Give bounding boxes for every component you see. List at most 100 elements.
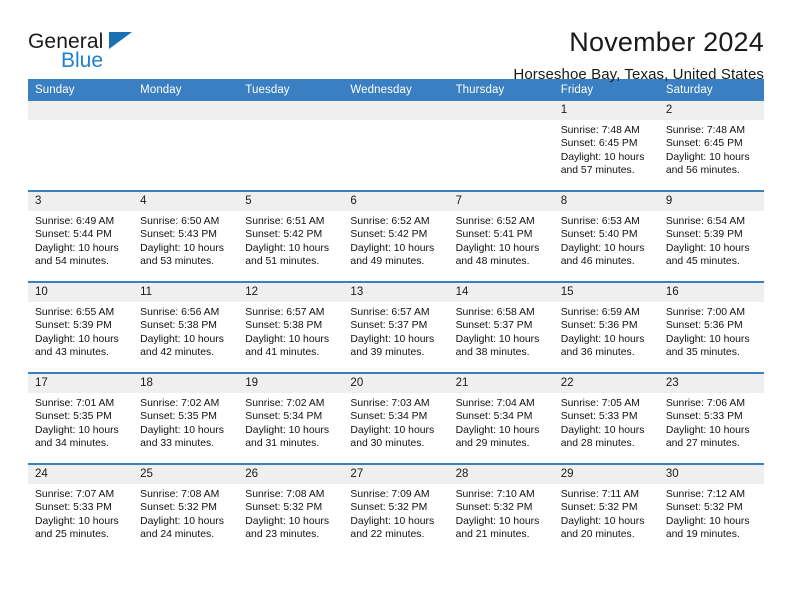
- sunrise-text: Sunrise: 6:58 AM: [455, 307, 535, 318]
- brand-logo[interactable]: General Blue: [28, 26, 218, 86]
- day-details: Sunrise: 7:09 AM Sunset: 5:32 PM Daylight:…: [343, 484, 448, 541]
- calendar-day-cell[interactable]: 5 Sunrise: 6:51 AM Sunset: 5:42 PM Daylight…: [238, 190, 344, 282]
- calendar-day-cell[interactable]: 10 Sunrise: 6:55 AM Sunset: 5:39 PM Dayligh…: [28, 281, 134, 373]
- calendar-day-cell-empty: [448, 101, 554, 191]
- sunrise-text: Sunrise: 6:57 AM: [350, 307, 430, 318]
- daylight-text-line1: Daylight: 10 hours: [35, 515, 119, 527]
- sunrise-text: Sunrise: 7:02 AM: [140, 398, 220, 409]
- sunset-text: Sunset: 5:34 PM: [245, 411, 323, 423]
- calendar-day-cell[interactable]: 3 Sunrise: 6:49 AM Sunset: 5:44 PM Daylight…: [28, 190, 134, 282]
- day-details: Sunrise: 7:48 AM Sunset: 6:45 PM Daylight:…: [554, 120, 659, 177]
- day-number: 15: [553, 283, 659, 302]
- sunrise-text: Sunrise: 6:50 AM: [140, 216, 220, 227]
- calendar-day-cell[interactable]: 28 Sunrise: 7:10 AM Sunset: 5:32 PM Dayligh…: [448, 463, 554, 554]
- sunset-text: Sunset: 5:41 PM: [455, 229, 533, 241]
- sunset-text: Sunset: 5:32 PM: [140, 502, 217, 514]
- daylight-text-line2: and 25 minutes.: [35, 528, 109, 540]
- daylight-text-line1: Daylight: 10 hours: [245, 515, 330, 527]
- daylight-text-line1: Daylight: 10 hours: [350, 242, 435, 254]
- sunset-text: Sunset: 5:34 PM: [350, 411, 428, 423]
- calendar-day-cell[interactable]: 13 Sunrise: 6:57 AM Sunset: 5:37 PM Dayligh…: [343, 281, 449, 373]
- sunset-text: Sunset: 5:39 PM: [35, 320, 112, 332]
- calendar-day-cell[interactable]: 20 Sunrise: 7:03 AM Sunset: 5:34 PM Dayligh…: [343, 372, 449, 464]
- sunrise-text: Sunrise: 7:12 AM: [665, 489, 745, 500]
- calendar-day-cell[interactable]: 17 Sunrise: 7:01 AM Sunset: 5:35 PM Dayligh…: [28, 372, 134, 464]
- sunset-text: Sunset: 5:35 PM: [35, 411, 112, 423]
- sunrise-text: Sunrise: 6:54 AM: [665, 216, 745, 227]
- daylight-text-line2: and 30 minutes.: [350, 437, 425, 449]
- day-number: 9: [658, 192, 764, 211]
- calendar-week-row: 24 Sunrise: 7:07 AM Sunset: 5:33 PM Dayligh…: [28, 463, 764, 554]
- day-number: 26: [238, 465, 344, 484]
- calendar-day-cell-empty: [28, 101, 134, 191]
- day-number: 27: [343, 465, 449, 484]
- calendar-day-cell[interactable]: 12 Sunrise: 6:57 AM Sunset: 5:38 PM Dayligh…: [238, 281, 344, 373]
- sunset-text: Sunset: 5:34 PM: [455, 411, 533, 423]
- day-details: Sunrise: 7:08 AM Sunset: 5:32 PM Daylight:…: [133, 484, 238, 541]
- calendar-day-cell[interactable]: 16 Sunrise: 7:00 AM Sunset: 5:36 PM Dayligh…: [658, 281, 764, 373]
- calendar-day-cell-empty: [343, 101, 449, 191]
- daylight-text-line1: Daylight: 10 hours: [455, 424, 540, 436]
- daylight-text-line2: and 33 minutes.: [140, 437, 215, 449]
- daylight-text-line1: Daylight: 10 hours: [665, 151, 750, 163]
- sunrise-text: Sunrise: 7:48 AM: [665, 125, 745, 136]
- daylight-text-line2: and 24 minutes.: [140, 528, 215, 540]
- daylight-text-line1: Daylight: 10 hours: [665, 333, 750, 345]
- calendar-day-cell[interactable]: 8 Sunrise: 6:53 AM Sunset: 5:40 PM Daylight…: [553, 190, 659, 282]
- calendar-day-cell[interactable]: 21 Sunrise: 7:04 AM Sunset: 5:34 PM Dayligh…: [448, 372, 554, 464]
- calendar-day-cell[interactable]: 2 Sunrise: 7:48 AM Sunset: 6:45 PM Daylight…: [658, 101, 764, 191]
- sunset-text: Sunset: 5:37 PM: [350, 320, 428, 332]
- sunset-text: Sunset: 5:43 PM: [140, 229, 217, 241]
- daylight-text-line1: Daylight: 10 hours: [560, 333, 645, 345]
- sunrise-text: Sunrise: 6:52 AM: [455, 216, 535, 227]
- day-details: Sunrise: 7:00 AM Sunset: 5:36 PM Daylight:…: [659, 302, 764, 359]
- sunset-text: Sunset: 5:38 PM: [245, 320, 323, 332]
- day-number: 29: [553, 465, 659, 484]
- calendar-day-cell[interactable]: 19 Sunrise: 7:02 AM Sunset: 5:34 PM Dayligh…: [238, 372, 344, 464]
- sunrise-text: Sunrise: 6:53 AM: [560, 216, 640, 227]
- calendar-day-cell[interactable]: 7 Sunrise: 6:52 AM Sunset: 5:41 PM Daylight…: [448, 190, 554, 282]
- sunrise-text: Sunrise: 7:08 AM: [245, 489, 325, 500]
- calendar-day-cell[interactable]: 15 Sunrise: 6:59 AM Sunset: 5:36 PM Dayligh…: [553, 281, 659, 373]
- daylight-text-line2: and 35 minutes.: [665, 346, 740, 358]
- brand-triangle-icon: [109, 32, 132, 49]
- calendar-day-cell[interactable]: 11 Sunrise: 6:56 AM Sunset: 5:38 PM Dayligh…: [133, 281, 239, 373]
- sunrise-text: Sunrise: 7:48 AM: [560, 125, 640, 136]
- daylight-text-line1: Daylight: 10 hours: [560, 424, 645, 436]
- daylight-text-line2: and 49 minutes.: [350, 255, 425, 267]
- sunset-text: Sunset: 5:36 PM: [665, 320, 743, 332]
- calendar-day-cell[interactable]: 1 Sunrise: 7:48 AM Sunset: 6:45 PM Daylight…: [553, 101, 659, 191]
- weekday-header-tuesday: Tuesday: [238, 79, 344, 101]
- calendar-day-cell[interactable]: 4 Sunrise: 6:50 AM Sunset: 5:43 PM Daylight…: [133, 190, 239, 282]
- sunset-text: Sunset: 5:32 PM: [350, 502, 428, 514]
- sunrise-text: Sunrise: 7:00 AM: [665, 307, 745, 318]
- calendar-day-cell[interactable]: 30 Sunrise: 7:12 AM Sunset: 5:32 PM Dayligh…: [658, 463, 764, 554]
- daylight-text-line1: Daylight: 10 hours: [350, 424, 435, 436]
- calendar-day-cell[interactable]: 9 Sunrise: 6:54 AM Sunset: 5:39 PM Daylight…: [658, 190, 764, 282]
- calendar-day-cell[interactable]: 27 Sunrise: 7:09 AM Sunset: 5:32 PM Dayligh…: [343, 463, 449, 554]
- calendar-day-cell[interactable]: 22 Sunrise: 7:05 AM Sunset: 5:33 PM Dayligh…: [553, 372, 659, 464]
- daylight-text-line1: Daylight: 10 hours: [245, 424, 330, 436]
- calendar-day-cell[interactable]: 23 Sunrise: 7:06 AM Sunset: 5:33 PM Dayligh…: [658, 372, 764, 464]
- daylight-text-line1: Daylight: 10 hours: [140, 242, 224, 254]
- calendar-day-cell[interactable]: 24 Sunrise: 7:07 AM Sunset: 5:33 PM Dayligh…: [28, 463, 134, 554]
- daylight-text-line1: Daylight: 10 hours: [665, 515, 750, 527]
- page-subtitle: Horseshoe Bay, Texas, United States: [513, 66, 764, 83]
- daylight-text-line1: Daylight: 10 hours: [455, 515, 540, 527]
- calendar-day-cell[interactable]: 29 Sunrise: 7:11 AM Sunset: 5:32 PM Dayligh…: [553, 463, 659, 554]
- calendar-body: 1 Sunrise: 7:48 AM Sunset: 6:45 PM Daylight…: [28, 101, 764, 554]
- daylight-text-line2: and 20 minutes.: [560, 528, 635, 540]
- day-number: 2: [658, 101, 764, 120]
- sunrise-text: Sunrise: 7:06 AM: [665, 398, 745, 409]
- calendar-day-cell[interactable]: 26 Sunrise: 7:08 AM Sunset: 5:32 PM Dayligh…: [238, 463, 344, 554]
- brand-name-blue: Blue: [61, 49, 104, 72]
- day-number: 8: [553, 192, 659, 211]
- calendar-day-cell[interactable]: 6 Sunrise: 6:52 AM Sunset: 5:42 PM Daylight…: [343, 190, 449, 282]
- calendar-day-cell[interactable]: 18 Sunrise: 7:02 AM Sunset: 5:35 PM Dayligh…: [133, 372, 239, 464]
- daylight-text-line2: and 22 minutes.: [350, 528, 425, 540]
- sunset-text: Sunset: 5:40 PM: [560, 229, 638, 241]
- sunrise-text: Sunrise: 7:02 AM: [245, 398, 325, 409]
- calendar-day-cell[interactable]: 25 Sunrise: 7:08 AM Sunset: 5:32 PM Dayligh…: [133, 463, 239, 554]
- day-number: 12: [238, 283, 344, 302]
- calendar-day-cell[interactable]: 14 Sunrise: 6:58 AM Sunset: 5:37 PM Dayligh…: [448, 281, 554, 373]
